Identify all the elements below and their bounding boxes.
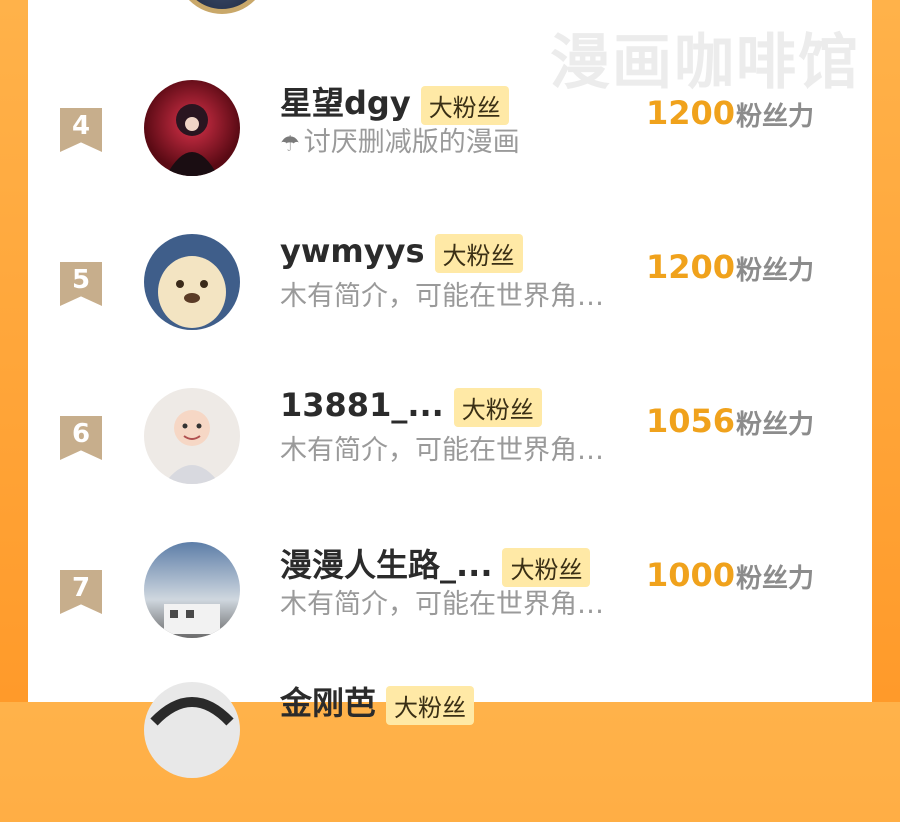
fan-score-unit: 粉丝力: [736, 256, 815, 286]
list-item[interactable]: 6 13881_... 大粉丝 木有简介，可能在世界角… 1056 粉丝力: [28, 386, 872, 530]
avatar[interactable]: [144, 682, 240, 778]
user-name[interactable]: 金刚芭 大粉丝: [280, 678, 475, 725]
list-item[interactable]: 金刚芭 大粉丝: [28, 682, 872, 822]
fan-score: 1056: [646, 402, 736, 440]
fan-score-unit: 粉丝力: [736, 410, 815, 440]
rank-badge: 6: [60, 416, 102, 460]
avatar[interactable]: [144, 80, 240, 176]
user-name[interactable]: ywmyys 大粉丝: [280, 232, 523, 273]
user-bio-text: 讨厌删减版的漫画: [303, 127, 520, 158]
list-item[interactable]: 5 ywmyys 大粉丝 木有简介，可能在世界角… 1200 粉丝力: [28, 232, 872, 376]
fan-badge: 大粉丝: [453, 387, 542, 427]
fan-score: 1200: [646, 94, 736, 132]
avatar[interactable]: [144, 542, 240, 638]
user-name-text: ywmyys: [280, 232, 425, 270]
umbrella-icon: ☂: [280, 132, 300, 157]
fan-badge: 大粉丝: [420, 85, 509, 125]
user-name[interactable]: 漫漫人生路_... 大粉丝: [280, 540, 591, 587]
user-bio: 木有简介，可能在世界角…: [280, 281, 604, 312]
user-name[interactable]: 星望dgy 大粉丝: [280, 78, 509, 125]
rank-badge: 4: [60, 108, 102, 152]
fan-score: 1200: [646, 248, 736, 286]
avatar[interactable]: [176, 0, 268, 14]
user-name-text: 金刚芭: [280, 684, 377, 722]
list-item[interactable]: 4 星望dgy 大粉丝 ☂ 讨厌删减版的漫画 1200 粉丝力: [28, 80, 872, 222]
rank-badge: 7: [60, 570, 102, 614]
fan-score-unit: 粉丝力: [736, 564, 815, 594]
user-bio: 木有简介，可能在世界角…: [280, 435, 604, 466]
fan-score-unit: 粉丝力: [736, 102, 815, 132]
avatar[interactable]: [144, 388, 240, 484]
user-bio: ☂ 讨厌删减版的漫画: [280, 120, 520, 159]
user-bio: 木有简介，可能在世界角…: [280, 589, 604, 620]
user-name-text: 漫漫人生路_...: [280, 546, 493, 584]
watermark: 漫画咖啡馆: [550, 28, 860, 98]
user-name-text: 星望dgy: [280, 84, 411, 122]
list-item[interactable]: 7 漫漫人生路_... 大粉丝 木有简介，可能在世界角… 1000 粉丝力: [28, 542, 872, 684]
fan-score: 1000: [646, 556, 736, 594]
fan-ranking-panel: 漫画咖啡馆 4 星望dgy大粉丝 ☂讨厌删减版的漫画 1200 粉丝力 5: [28, 0, 872, 778]
fan-badge: 大粉丝: [434, 233, 523, 273]
rank-badge: 5: [60, 262, 102, 306]
fan-badge: 大粉丝: [386, 685, 475, 725]
user-name[interactable]: 13881_... 大粉丝: [280, 386, 542, 427]
fan-badge: 大粉丝: [502, 547, 591, 587]
user-name-text: 13881_...: [280, 386, 444, 424]
avatar[interactable]: [144, 234, 240, 330]
